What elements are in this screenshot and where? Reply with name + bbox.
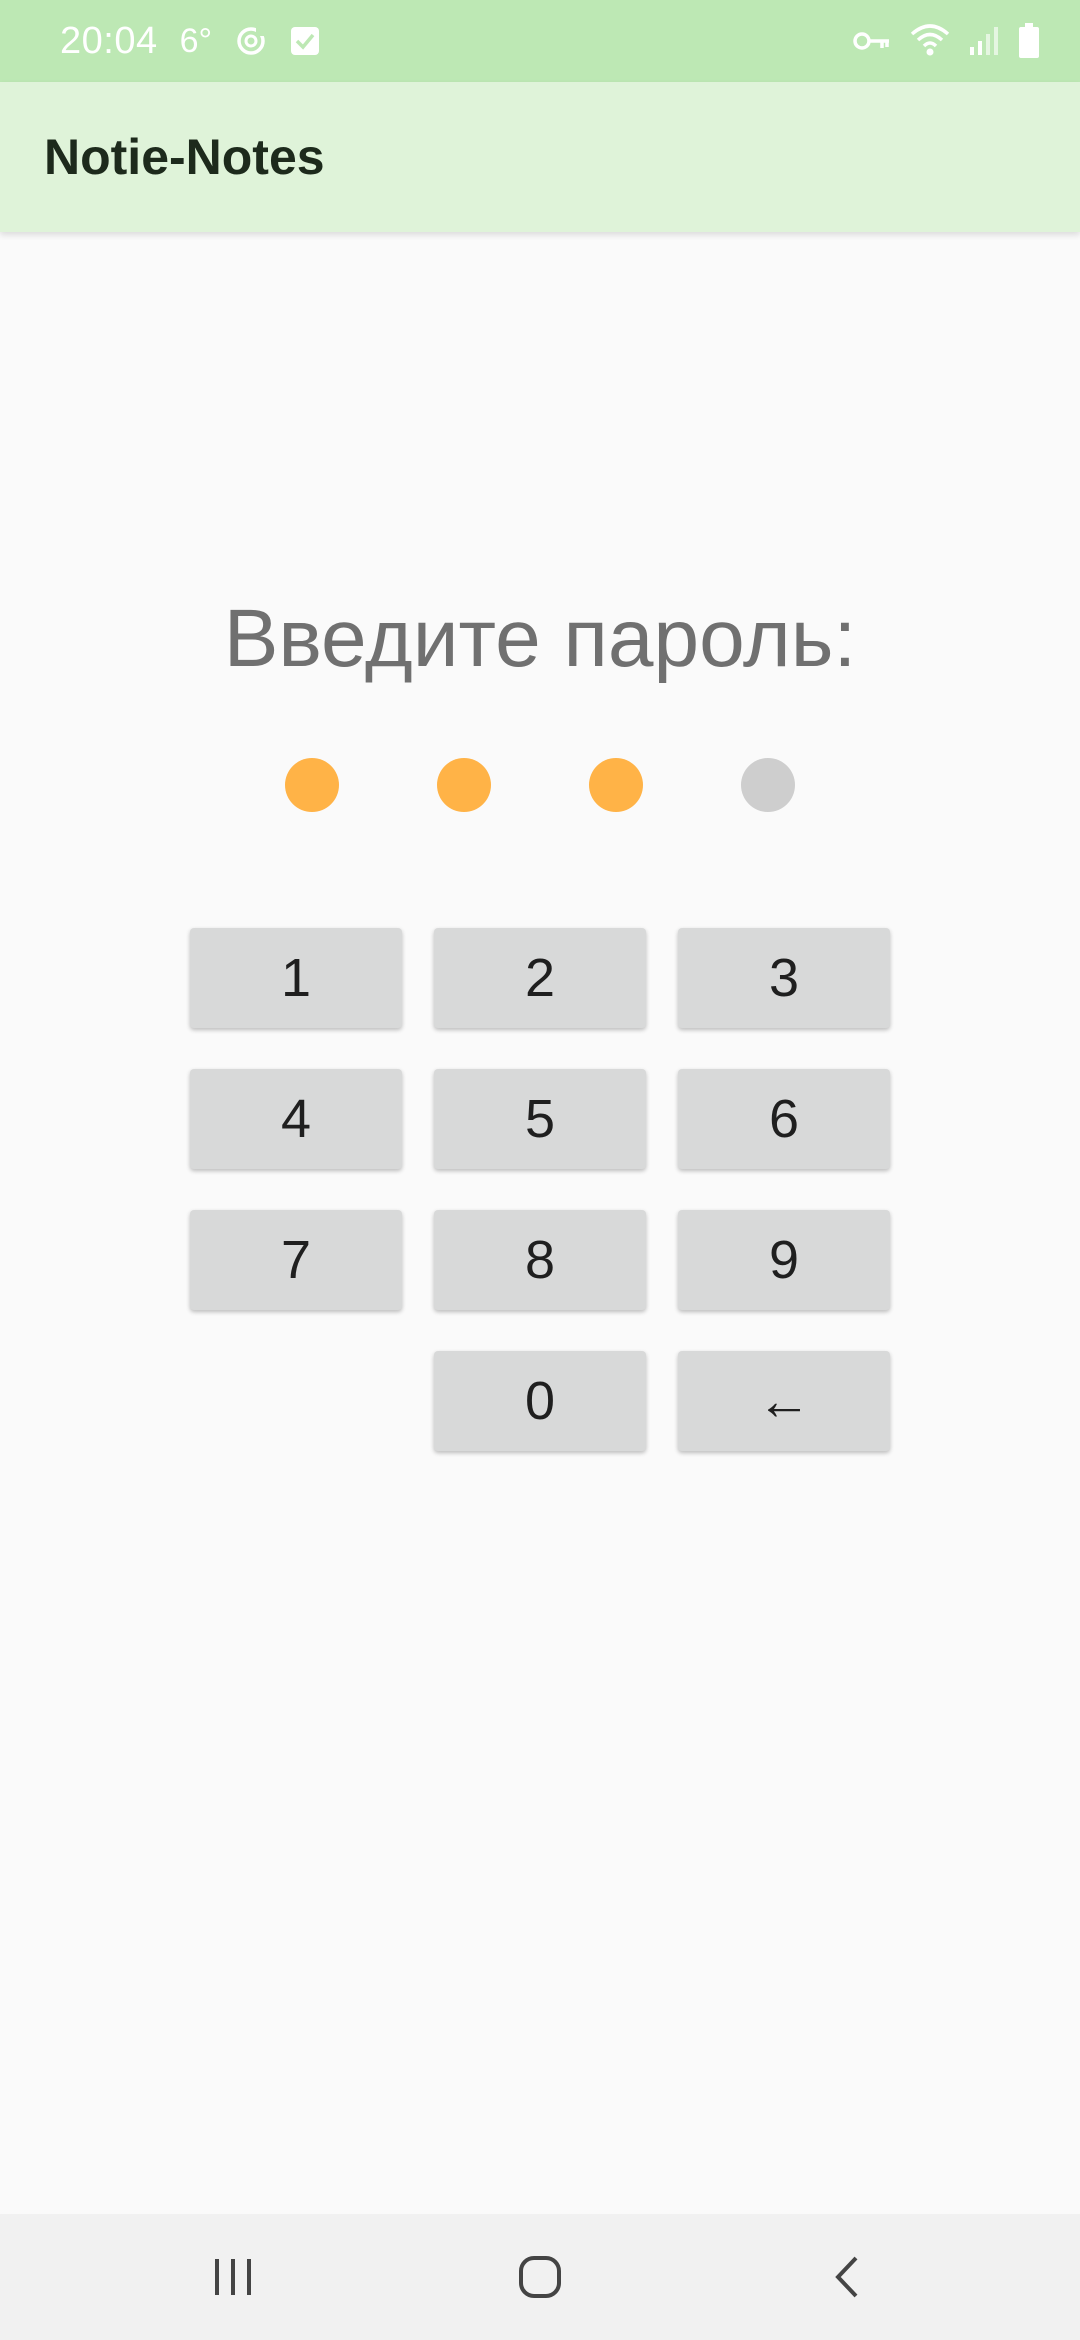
password-prompt: Введите пароль: bbox=[223, 593, 857, 684]
pin-dot bbox=[437, 758, 491, 812]
status-time: 20:04 bbox=[60, 19, 158, 62]
navigation-bar bbox=[0, 2214, 1080, 2340]
pin-dot bbox=[285, 758, 339, 812]
key-4[interactable]: 4 bbox=[190, 1069, 402, 1169]
recent-apps-icon bbox=[215, 2259, 252, 2295]
home-icon bbox=[518, 2256, 561, 2298]
back-button[interactable] bbox=[787, 2227, 907, 2327]
pin-screen: Введите пароль: 1 2 3 4 5 6 7 8 9 0 ← bbox=[0, 232, 1080, 2214]
vpn-key-icon bbox=[852, 29, 892, 53]
recent-apps-button[interactable] bbox=[173, 2227, 293, 2327]
key-1[interactable]: 1 bbox=[190, 928, 402, 1028]
wifi-icon bbox=[910, 24, 950, 58]
key-8[interactable]: 8 bbox=[434, 1210, 646, 1310]
pin-dot bbox=[741, 758, 795, 812]
check-icon bbox=[290, 26, 320, 56]
pin-dot bbox=[589, 758, 643, 812]
back-icon bbox=[834, 2256, 858, 2298]
status-temperature: 6° bbox=[179, 21, 213, 60]
home-button[interactable] bbox=[480, 2227, 600, 2327]
key-2[interactable]: 2 bbox=[434, 928, 646, 1028]
keypad: 1 2 3 4 5 6 7 8 9 0 ← bbox=[190, 928, 890, 1451]
key-0[interactable]: 0 bbox=[434, 1351, 646, 1451]
battery-icon bbox=[1018, 23, 1040, 59]
key-3[interactable]: 3 bbox=[678, 928, 890, 1028]
backspace-button[interactable]: ← bbox=[678, 1351, 890, 1451]
key-9[interactable]: 9 bbox=[678, 1210, 890, 1310]
key-7[interactable]: 7 bbox=[190, 1210, 402, 1310]
status-left: 20:04 6° bbox=[60, 20, 320, 63]
status-bar: 20:04 6° bbox=[0, 0, 1080, 82]
app-title: Notie-Notes bbox=[44, 129, 325, 185]
sync-icon bbox=[234, 24, 268, 58]
app-bar: Notie-Notes bbox=[0, 82, 1080, 232]
status-right bbox=[852, 23, 1040, 59]
key-6[interactable]: 6 bbox=[678, 1069, 890, 1169]
key-5[interactable]: 5 bbox=[434, 1069, 646, 1169]
signal-icon bbox=[968, 25, 1000, 57]
pin-indicator bbox=[0, 758, 1080, 812]
